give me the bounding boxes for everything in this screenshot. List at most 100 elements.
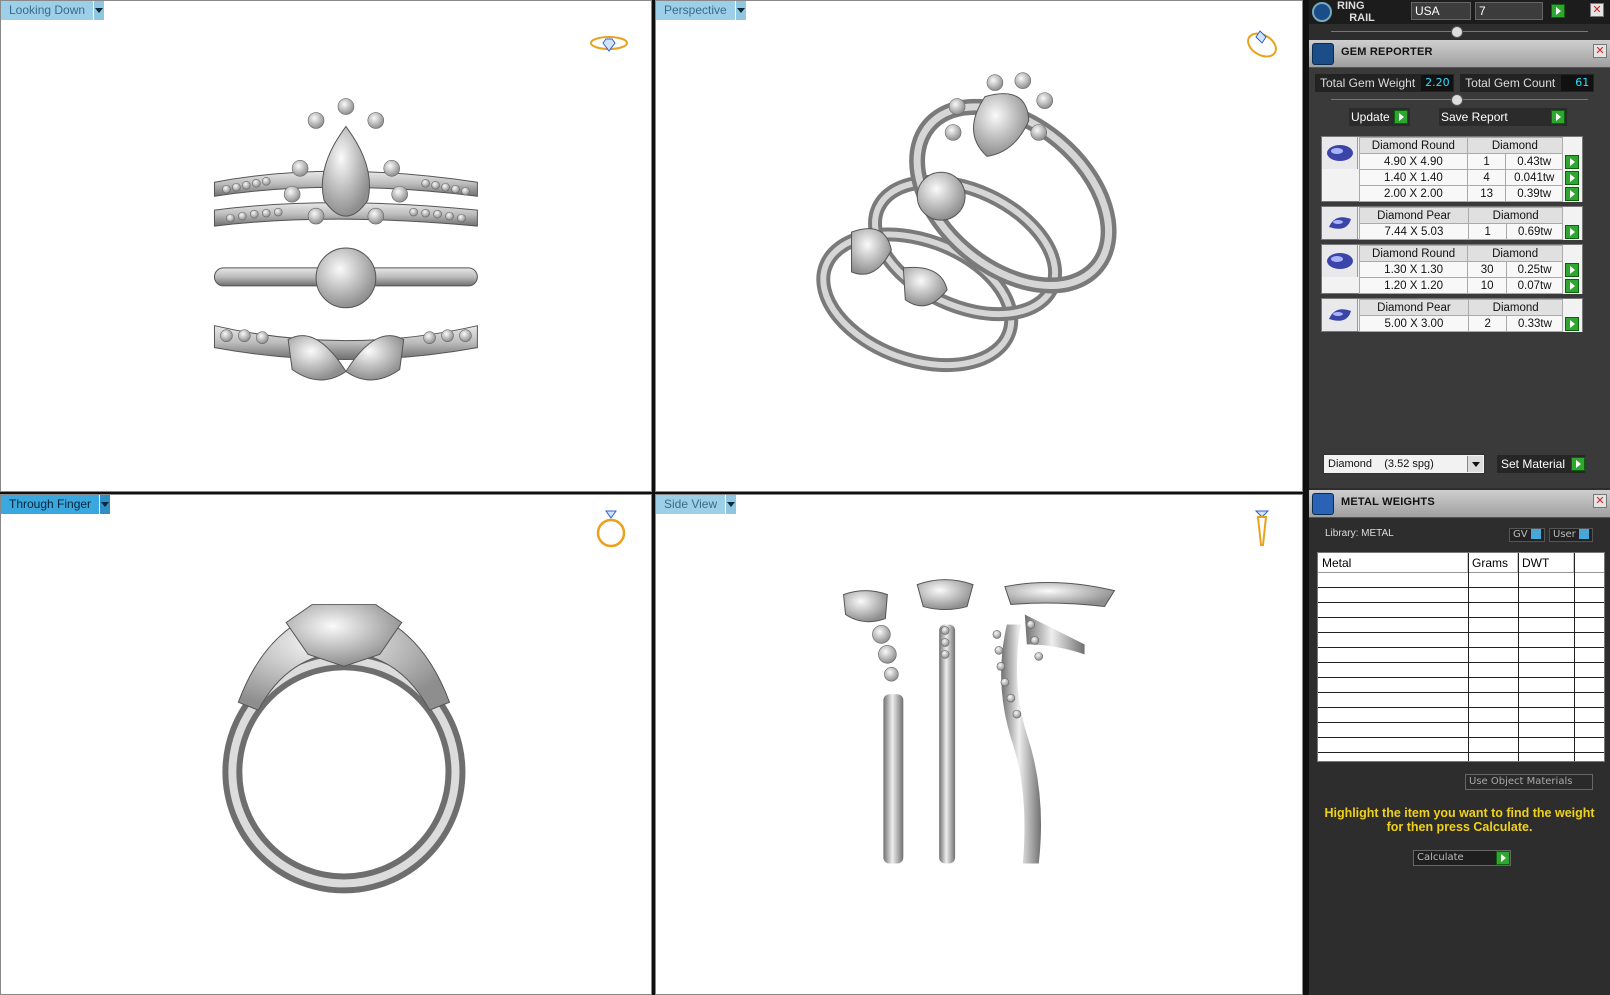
gem-material: Diamond [1467,207,1564,224]
gem-table: Diamond Round Diamond 4.90 X 4.90 1 0.43tw … [1359,137,1582,202]
column-header: Grams [1468,553,1518,572]
apply-ring-size-button[interactable] [1551,4,1565,18]
gem-group[interactable]: Diamond Pear Diamond 5.00 X 3.00 2 0.33tw [1321,298,1583,332]
chevron-down-icon[interactable] [1467,456,1483,472]
metal-weights-body: Library: METAL GV User Metal Grams DWT U… [1309,518,1610,995]
total-gem-weight-value: 2.20 [1420,74,1455,92]
select-gems-button[interactable] [1564,170,1579,185]
gem-group[interactable]: Diamond Round Diamond 4.90 X 4.90 1 0.43tw … [1321,136,1583,202]
splitter-knob-icon[interactable] [1451,26,1463,38]
user-toggle[interactable]: User [1549,528,1593,542]
metal-weights-table[interactable]: Metal Grams DWT [1317,552,1605,762]
gem-weight: 0.69tw [1506,223,1564,240]
viewport-perspective[interactable]: Perspective [655,0,1303,492]
metal-table-rows[interactable] [1318,573,1604,761]
gem-group[interactable]: Diamond Round Diamond 1.30 X 1.30 30 0.25tw… [1321,244,1583,294]
viewport-looking-down[interactable]: Looking Down [0,0,652,492]
ring-rail-title: RING RAIL [1337,0,1375,24]
gem-row[interactable]: 7.44 X 5.03 1 0.69tw [1359,223,1582,240]
update-button[interactable]: Update [1349,108,1410,126]
gem-round-thumbnail-icon [1322,137,1358,169]
column-divider [1468,553,1469,761]
panel-splitter[interactable] [1309,24,1610,40]
chevron-down-icon[interactable] [99,495,111,514]
ring-orientation-icon [1247,30,1277,58]
viewport-tab-side-view[interactable]: Side View [656,495,737,514]
select-gems-button[interactable] [1564,154,1579,169]
material-select[interactable]: Diamond (3.52 spg) [1323,454,1485,474]
metal-table-header: Metal Grams DWT [1318,553,1604,573]
app-window: Looking Down Perspective Through Finger … [0,0,1610,995]
viewport-through-finger[interactable]: Through Finger [0,494,652,995]
gem-row[interactable]: 1.20 X 1.20 10 0.07tw [1358,277,1582,294]
chevron-down-icon[interactable] [93,1,105,20]
gem-size: 4.90 X 4.90 [1359,153,1468,170]
ring-render-top [213,98,478,381]
close-icon[interactable]: ✕ [1590,3,1604,17]
gem-row[interactable]: 1.30 X 1.30 30 0.25tw [1358,261,1582,278]
gem-weight: 0.43tw [1505,153,1563,170]
select-gems-button[interactable] [1565,316,1580,331]
viewport-label: Through Finger [1,495,100,514]
gem-size: 2.00 X 2.00 [1359,185,1468,202]
viewport-label: Perspective [656,1,735,20]
gem-weight: 0.33tw [1506,315,1564,332]
gem-table: Diamond Pear Diamond 5.00 X 3.00 2 0.33tw [1359,299,1582,332]
library-label: Library: METAL [1325,528,1394,539]
gem-table: Diamond Pear Diamond 7.44 X 5.03 1 0.69tw [1359,207,1582,240]
ring-size-select[interactable]: 7 [1475,2,1543,20]
select-gems-button[interactable] [1565,186,1580,201]
gem-table: Diamond Round Diamond 1.30 X 1.30 30 0.25tw… [1358,245,1582,294]
play-icon [1551,110,1565,124]
set-material-label: Set Material [1501,457,1566,471]
gem-weight: 0.041tw [1505,169,1563,186]
use-object-materials-toggle[interactable]: Use Object Materials [1465,774,1593,790]
chevron-down-icon[interactable] [734,1,746,20]
ring-orientation-icon [590,36,628,52]
gem-row[interactable]: 5.00 X 3.00 2 0.33tw [1359,315,1582,332]
gem-row[interactable]: 2.00 X 2.00 13 0.39tw [1359,185,1582,202]
chevron-down-icon[interactable] [725,495,737,514]
calculate-button[interactable]: Calculate [1413,850,1511,866]
save-report-button[interactable]: Save Report [1439,108,1567,126]
gem-count: 1 [1467,223,1508,240]
viewport-label: Side View [656,495,726,514]
set-material-button[interactable]: Set Material [1497,455,1586,473]
gem-reporter-header: GEM REPORTER ✕ [1309,40,1610,68]
viewport-tab-perspective[interactable]: Perspective [656,1,746,20]
gem-material: Diamond [1466,137,1563,154]
gem-count: 13 [1466,185,1507,202]
viewport-tab-looking-down[interactable]: Looking Down [1,1,105,20]
viewport-side-view[interactable]: Side View [655,494,1303,995]
ring-rail-title-line2: RAIL [1349,12,1375,24]
gem-totals: Total Gem Weight 2.20 Total Gem Count 61 [1315,74,1595,92]
gem-splitter[interactable] [1309,92,1610,108]
viewport-tab-through-finger[interactable]: Through Finger [1,495,111,514]
select-gems-button[interactable] [1565,224,1580,239]
update-label: Update [1351,110,1390,124]
country-input[interactable]: USA [1411,2,1471,20]
viewport-label: Looking Down [1,1,94,20]
gem-row[interactable]: 4.90 X 4.90 1 0.43tw [1359,153,1582,170]
splitter-knob-icon[interactable] [1451,94,1463,106]
close-icon[interactable]: ✕ [1593,44,1607,58]
gem-weight: 0.07tw [1506,277,1563,294]
select-gems-button[interactable] [1565,278,1580,293]
gem-material: Diamond [1467,245,1563,262]
gem-group[interactable]: Diamond Pear Diamond 7.44 X 5.03 1 0.69tw [1321,206,1583,240]
gem-shape: Diamond Pear [1359,299,1469,316]
gem-material: Diamond [1467,299,1564,316]
gem-round-thumbnail-icon [1322,245,1358,277]
close-icon[interactable]: ✕ [1593,494,1607,508]
ring-rail-bar: RING RAIL USA 7 ✕ [1309,0,1610,24]
select-gems-button[interactable] [1564,262,1579,277]
use-object-materials-label: Use Object Materials [1469,776,1573,787]
gv-label: GV [1513,529,1528,540]
ring-orientation-icon [596,510,626,548]
gem-row[interactable]: 1.40 X 1.40 4 0.041tw [1359,169,1582,186]
ring-rail-title-line1: RING [1337,0,1365,12]
side-panel: RING RAIL USA 7 ✕ GEM REPORTER ✕ Total G… [1306,0,1610,995]
gv-toggle[interactable]: GV [1509,528,1545,542]
column-divider [1574,553,1575,761]
gem-weight: 0.25tw [1506,261,1563,278]
